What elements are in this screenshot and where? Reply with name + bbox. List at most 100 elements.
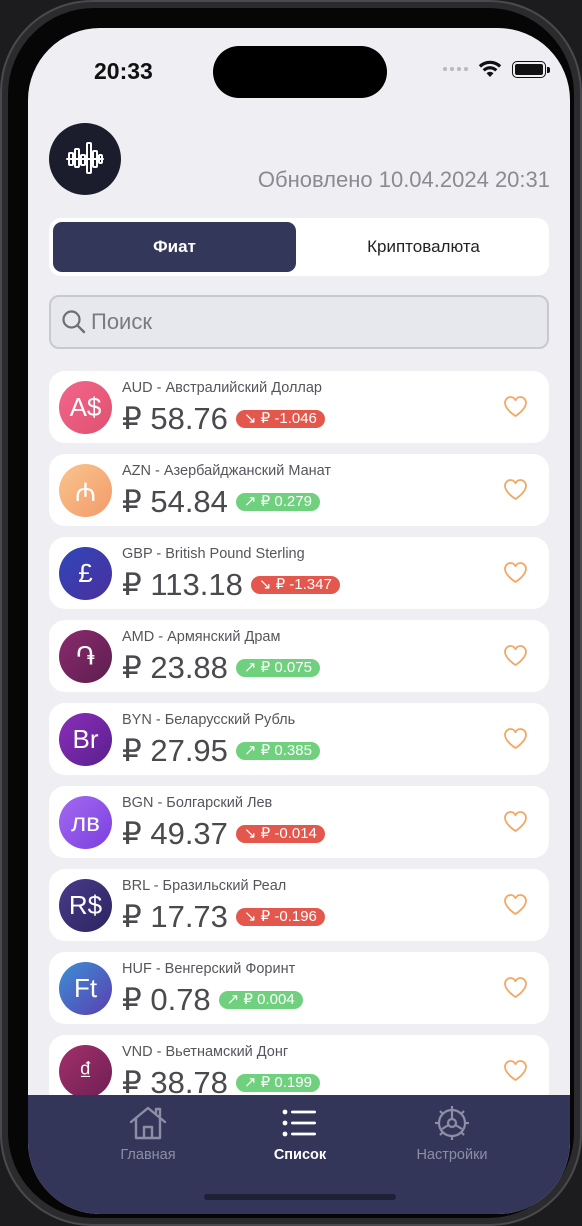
home-indicator (204, 1194, 396, 1200)
currency-rate: ₽ 23.88 (122, 650, 228, 685)
currency-symbol: лв (71, 807, 100, 837)
currency-symbol: A$ (69, 392, 102, 422)
favorite-heart-icon[interactable] (503, 893, 528, 916)
currency-card-azn[interactable]: ₼ AZN - Азербайджанский Манат ₽ 54.84 ↗ ₽ 0… (49, 454, 549, 526)
rate-change-badge: ↗ ₽ 0.004 (218, 991, 303, 1009)
currency-type-segmented-control: Фиат Криптовалюта (49, 218, 549, 276)
currency-rate: ₽ 58.76 (122, 401, 228, 436)
segment-fiat[interactable]: Фиат (53, 222, 296, 272)
rate-change-badge: ↗ ₽ 0.199 (235, 1074, 320, 1092)
rate-row: ₽ 0.78 ↗ ₽ 0.004 (122, 982, 303, 1018)
search-icon (62, 310, 86, 334)
currency-symbol: ֏ (75, 640, 96, 671)
rate-change-badge: ↘ ₽ -0.014 (235, 825, 325, 843)
updated-timestamp: Обновлено 10.04.2024 20:31 (257, 167, 550, 192)
favorite-heart-icon[interactable] (503, 810, 528, 833)
rate-row: ₽ 58.76 ↘ ₽ -1.046 (122, 401, 325, 437)
currency-card-gbp[interactable]: £ GBP - British Pound Sterling ₽ 113.18 ↘ ₽… (49, 537, 549, 609)
currency-name: HUF - Венгерский Форинт (122, 961, 296, 977)
phone-frame: 20:33 Обновлено 10.04.2024 20:31 Фиат Кр… (0, 0, 582, 1226)
search-input[interactable] (89, 308, 523, 336)
battery-icon (512, 60, 550, 78)
screen: 20:33 Обновлено 10.04.2024 20:31 Фиат Кр… (28, 28, 570, 1214)
segment-crypto[interactable]: Криптовалюта (302, 222, 545, 272)
currency-card-bgn[interactable]: лв BGN - Болгарский Лев ₽ 49.37 ↘ ₽ -0.014 (49, 786, 549, 858)
currency-symbol-avatar: ₼ (59, 464, 112, 517)
currency-name: BYN - Беларусский Рубль (122, 712, 296, 728)
currency-name: BGN - Болгарский Лев (122, 795, 273, 811)
currency-card-aud[interactable]: A$ AUD - Австралийский Доллар ₽ 58.76 ↘ ₽ -… (49, 371, 549, 443)
currency-rate: ₽ 0.78 (122, 982, 211, 1017)
favorite-heart-icon[interactable] (503, 561, 528, 584)
chart-bars-icon (66, 142, 104, 174)
status-time: 20:33 (94, 58, 153, 84)
currency-name: AMD - Армянский Драм (122, 629, 281, 645)
scroll-content[interactable]: 20:33 Обновлено 10.04.2024 20:31 Фиат Кр… (28, 28, 570, 1095)
currency-rate: ₽ 54.84 (122, 484, 228, 519)
rate-row: ₽ 27.95 ↗ ₽ 0.385 (122, 733, 320, 769)
gear-icon (435, 1106, 469, 1140)
currency-symbol: £ (78, 558, 93, 588)
currency-name: AUD - Австралийский Доллар (122, 380, 322, 396)
currency-name: VND - Вьетнамский Донг (122, 1044, 289, 1060)
tab-settings-label: Настройки (416, 1147, 488, 1163)
currency-symbol-avatar: R$ (59, 879, 112, 932)
favorite-heart-icon[interactable] (503, 727, 528, 750)
currency-symbol-avatar: £ (59, 547, 112, 600)
favorite-heart-icon[interactable] (503, 478, 528, 501)
currency-symbol-avatar: A$ (59, 381, 112, 434)
rate-row: ₽ 113.18 ↘ ₽ -1.347 (122, 567, 340, 603)
favorite-heart-icon[interactable] (503, 1059, 528, 1082)
favorite-heart-icon[interactable] (503, 976, 528, 999)
rate-row: ₽ 49.37 ↘ ₽ -0.014 (122, 816, 325, 852)
currency-rate: ₽ 17.73 (122, 899, 228, 934)
house-icon (129, 1106, 167, 1140)
currency-symbol: R$ (68, 890, 103, 920)
app-logo[interactable] (49, 123, 121, 195)
currency-card-vnd[interactable]: ₫ VND - Вьетнамский Донг ₽ 38.78 ↗ ₽ 0.199 (49, 1035, 549, 1095)
currency-rate: ₽ 49.37 (122, 816, 228, 851)
currency-name: BRL - Бразильский Реал (122, 878, 287, 894)
currency-card-byn[interactable]: Br BYN - Беларусский Рубль ₽ 27.95 ↗ ₽ 0.38… (49, 703, 549, 775)
dynamic-island (213, 46, 387, 98)
favorite-heart-icon[interactable] (503, 395, 528, 418)
currency-symbol-avatar: ֏ (59, 630, 112, 683)
rate-change-badge: ↗ ₽ 0.075 (235, 659, 320, 677)
currency-symbol-avatar: лв (59, 796, 112, 849)
status-icons (443, 60, 550, 78)
phone-bezel: 20:33 Обновлено 10.04.2024 20:31 Фиат Кр… (8, 8, 574, 1218)
favorite-heart-icon[interactable] (503, 644, 528, 667)
rate-row: ₽ 17.73 ↘ ₽ -0.196 (122, 899, 325, 935)
currency-card-huf[interactable]: Ft HUF - Венгерский Форинт ₽ 0.78 ↗ ₽ 0.004 (49, 952, 549, 1024)
currency-symbol: Ft (73, 973, 98, 1003)
rate-change-badge: ↗ ₽ 0.279 (235, 493, 320, 511)
rate-row: ₽ 38.78 ↗ ₽ 0.199 (122, 1065, 320, 1095)
search-bar[interactable] (49, 295, 549, 349)
currency-symbol-avatar: ₫ (59, 1045, 112, 1095)
currency-card-brl[interactable]: R$ BRL - Бразильский Реал ₽ 17.73 ↘ ₽ -0.19… (49, 869, 549, 941)
rate-row: ₽ 54.84 ↗ ₽ 0.279 (122, 484, 320, 520)
tab-settings[interactable]: Настройки (382, 1105, 522, 1163)
currency-symbol-avatar: Ft (59, 962, 112, 1015)
tab-bar: Главная Список Настройки (28, 1095, 570, 1214)
tab-list-label: Список (273, 1147, 327, 1163)
rate-change-badge: ↘ ₽ -1.046 (235, 410, 325, 428)
tab-home-label: Главная (120, 1147, 176, 1163)
currency-symbol-avatar: Br (59, 713, 112, 766)
rate-change-badge: ↘ ₽ -0.196 (235, 908, 325, 926)
currency-rate: ₽ 113.18 (122, 567, 243, 602)
rate-change-badge: ↗ ₽ 0.385 (235, 742, 320, 760)
currency-name: AZN - Азербайджанский Манат (122, 463, 332, 479)
tab-home[interactable]: Главная (78, 1105, 218, 1163)
currency-rate: ₽ 27.95 (122, 733, 228, 768)
currency-card-amd[interactable]: ֏ AMD - Армянский Драм ₽ 23.88 ↗ ₽ 0.075 (49, 620, 549, 692)
list-icon (282, 1109, 316, 1137)
currency-name: GBP - British Pound Sterling (122, 546, 305, 562)
currency-symbol: Br (72, 724, 99, 754)
rate-change-badge: ↘ ₽ -1.347 (250, 576, 340, 594)
tab-list[interactable]: Список (230, 1105, 370, 1163)
wifi-icon (478, 60, 502, 77)
cellular-signal-icon (443, 67, 468, 71)
currency-rate: ₽ 38.78 (122, 1065, 228, 1095)
currency-symbol: ₼ (74, 476, 97, 507)
